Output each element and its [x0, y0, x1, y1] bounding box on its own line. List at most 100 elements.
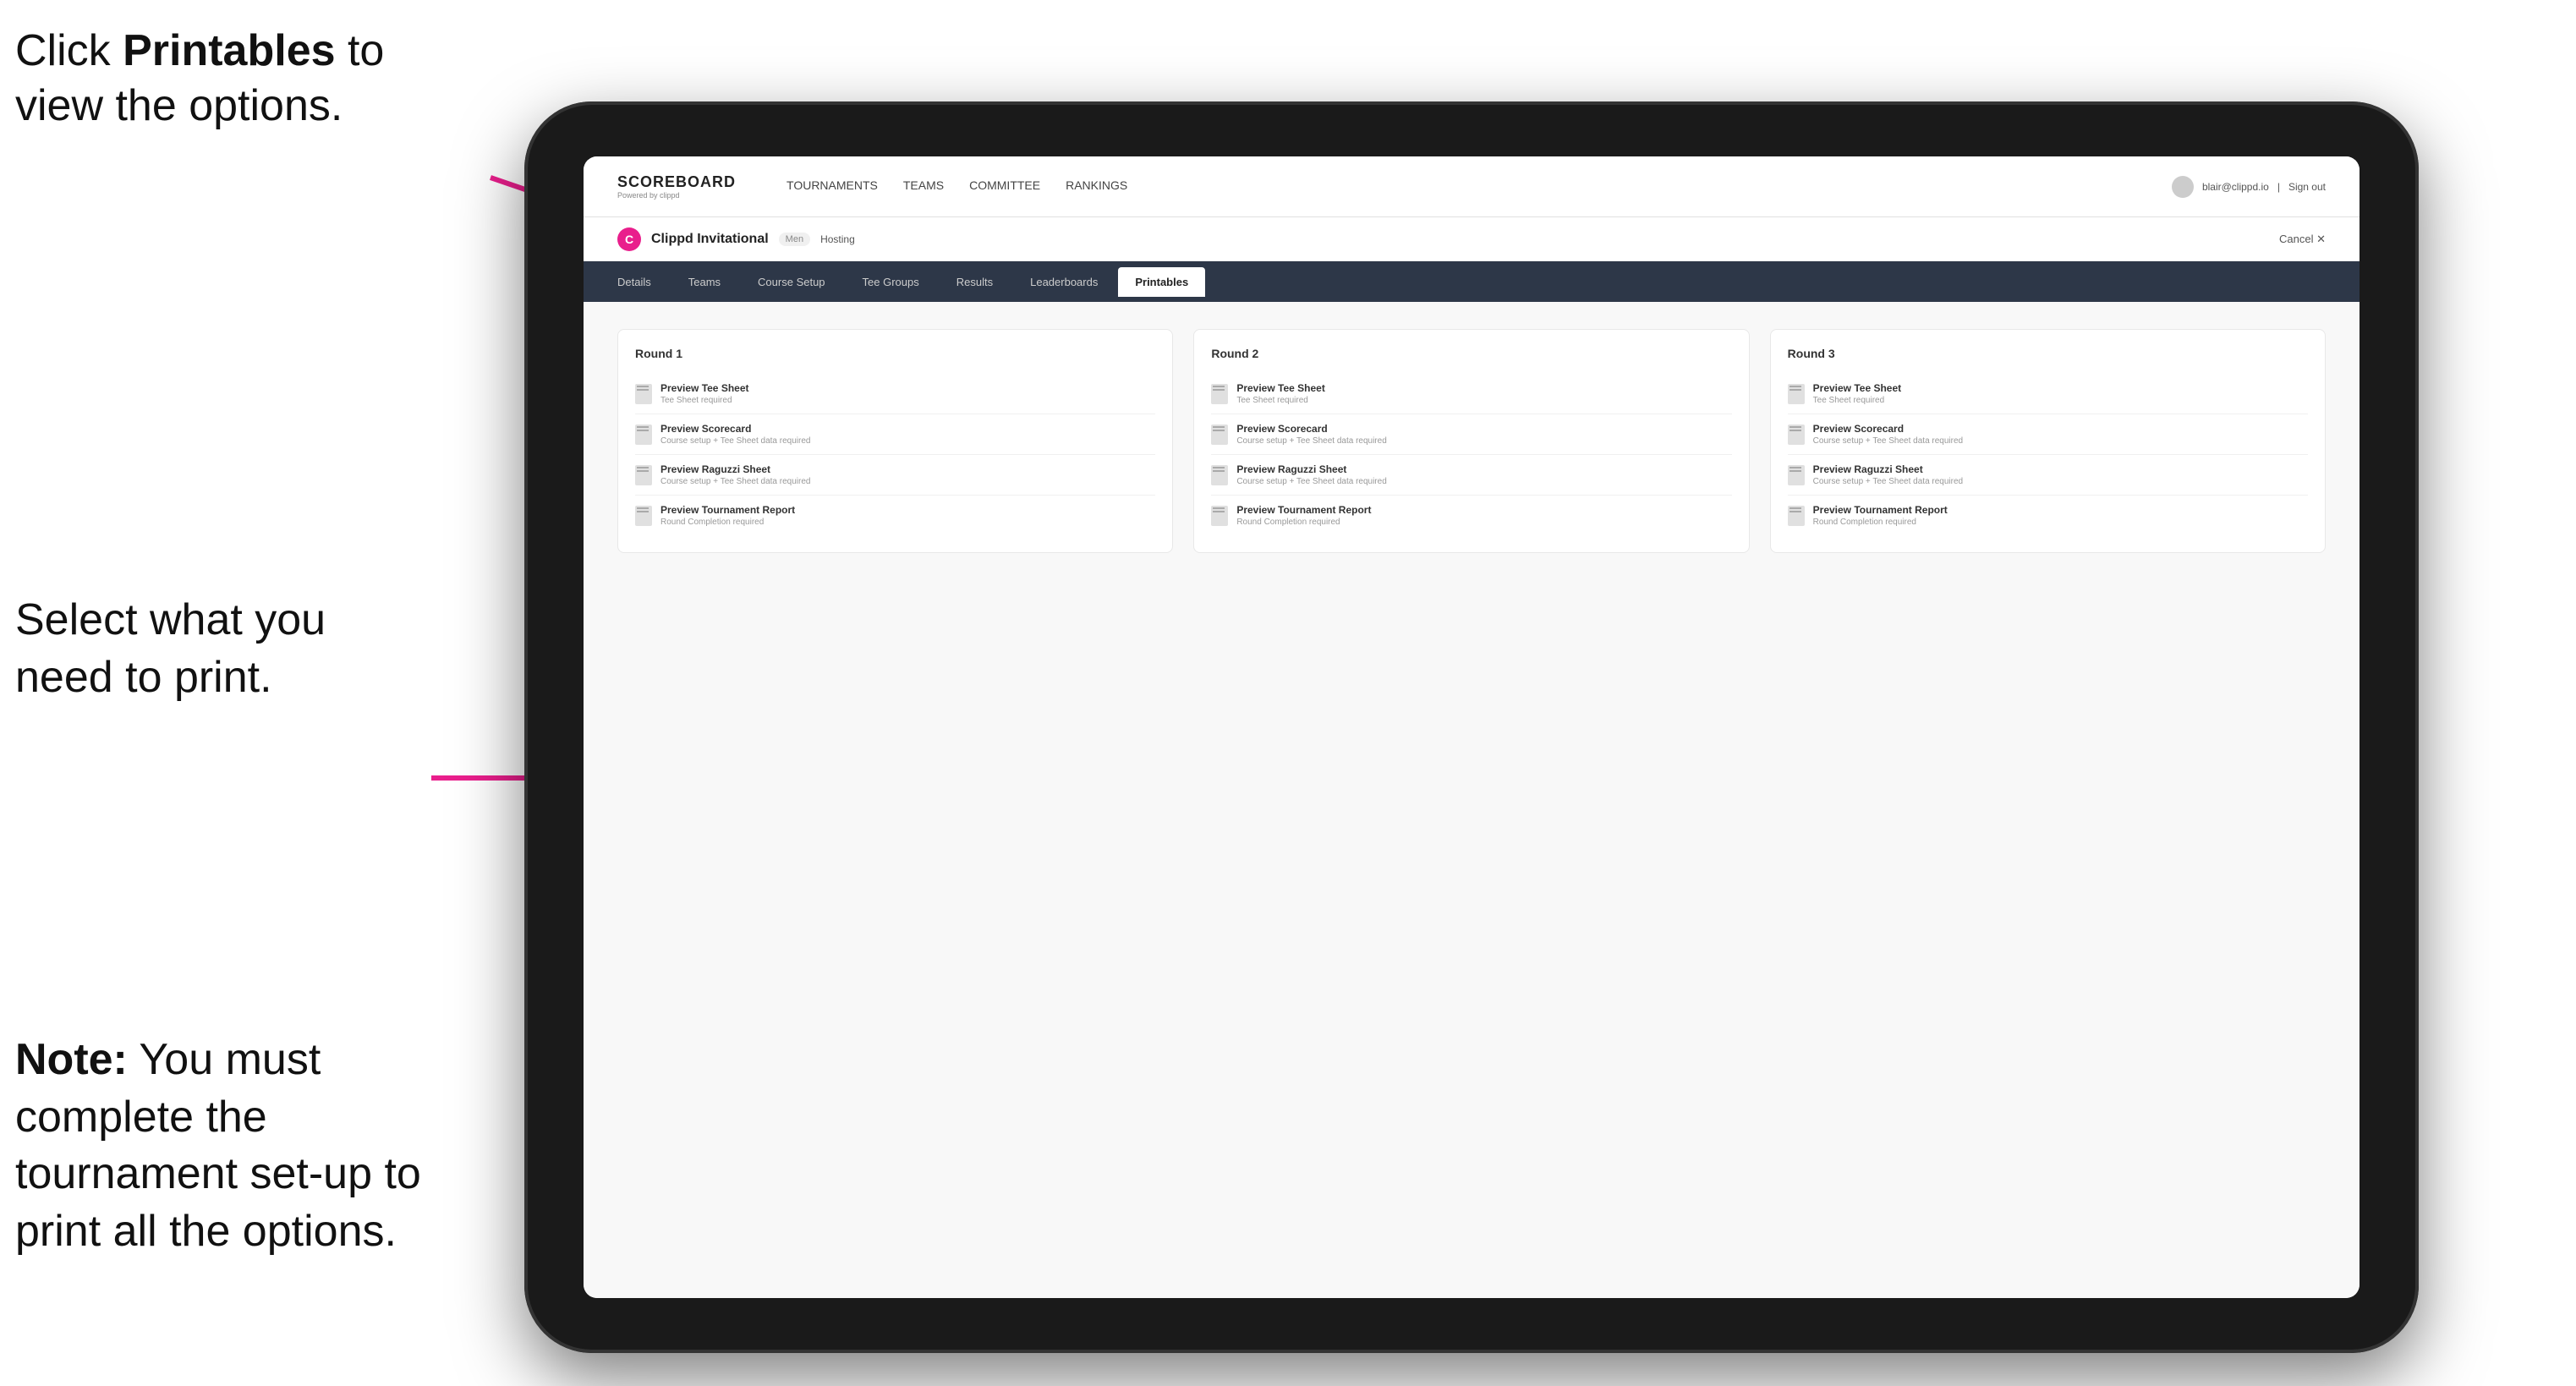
annotation-bottom: Note: You must complete the tournament s… [15, 1032, 455, 1260]
round2-tee-sheet[interactable]: Preview Tee Sheet Tee Sheet required [1211, 374, 1731, 414]
print-item-title: Preview Scorecard [1236, 423, 1386, 435]
tab-tee-groups[interactable]: Tee Groups [846, 267, 936, 297]
print-item-text: Preview Raguzzi Sheet Course setup + Tee… [1813, 463, 1963, 486]
print-item-title: Preview Tournament Report [1236, 504, 1371, 516]
print-item-title: Preview Tee Sheet [1236, 382, 1325, 394]
print-item-title: Preview Tee Sheet [1813, 382, 1902, 394]
print-item-sub: Tee Sheet required [660, 396, 749, 405]
print-item-sub: Course setup + Tee Sheet data required [660, 477, 810, 486]
annotation-middle: Select what you need to print. [15, 592, 421, 706]
user-email: blair@clippd.io [2202, 181, 2269, 193]
annotation-bottom-text: Note: You must complete the tournament s… [15, 1035, 421, 1256]
print-item-sub: Tee Sheet required [1236, 396, 1325, 405]
tab-teams[interactable]: Teams [671, 267, 737, 297]
round1-scorecard[interactable]: Preview Scorecard Course setup + Tee She… [635, 414, 1155, 455]
print-item-sub: Round Completion required [1236, 518, 1371, 527]
print-item-sub: Course setup + Tee Sheet data required [1236, 436, 1386, 446]
print-item-text: Preview Raguzzi Sheet Course setup + Tee… [1236, 463, 1386, 486]
round-2-title: Round 2 [1211, 347, 1731, 360]
doc-icon [1211, 465, 1228, 485]
tablet-screen: SCOREBOARD Powered by clippd TOURNAMENTS… [584, 156, 2360, 1298]
print-item-title: Preview Raguzzi Sheet [660, 463, 810, 475]
separator: | [2277, 181, 2280, 193]
print-item-sub: Round Completion required [660, 518, 795, 527]
print-item-sub: Course setup + Tee Sheet data required [1236, 477, 1386, 486]
logo-sub: Powered by clippd [617, 191, 736, 200]
logo-area: SCOREBOARD Powered by clippd [617, 173, 736, 200]
round-3-title: Round 3 [1788, 347, 2308, 360]
print-item-text: Preview Tournament Report Round Completi… [660, 504, 795, 527]
print-item-text: Preview Scorecard Course setup + Tee She… [1236, 423, 1386, 446]
nav-tournaments[interactable]: TOURNAMENTS [787, 178, 878, 195]
tab-results[interactable]: Results [940, 267, 1010, 297]
round1-tee-sheet[interactable]: Preview Tee Sheet Tee Sheet required [635, 374, 1155, 414]
avatar [2172, 176, 2194, 198]
brand-logo: C [617, 227, 641, 251]
print-item-text: Preview Tournament Report Round Completi… [1813, 504, 1948, 527]
sign-out-link[interactable]: Sign out [2288, 181, 2326, 193]
print-item-text: Preview Tee Sheet Tee Sheet required [660, 382, 749, 405]
nav-links: TOURNAMENTS TEAMS COMMITTEE RANKINGS [787, 178, 2138, 195]
print-item-title: Preview Raguzzi Sheet [1813, 463, 1963, 475]
main-content: Round 1 Preview Tee Sheet Tee Sheet requ… [584, 302, 2360, 1298]
print-item-title: Preview Tournament Report [1813, 504, 1948, 516]
nav-rankings[interactable]: RANKINGS [1066, 178, 1127, 195]
round-2-section: Round 2 Preview Tee Sheet Tee Sheet requ… [1193, 329, 1749, 553]
round3-scorecard[interactable]: Preview Scorecard Course setup + Tee She… [1788, 414, 2308, 455]
round2-scorecard[interactable]: Preview Scorecard Course setup + Tee She… [1211, 414, 1731, 455]
annotation-middle-text: Select what you need to print. [15, 595, 326, 702]
print-item-sub: Course setup + Tee Sheet data required [660, 436, 810, 446]
annotation-top-text: Click Printables to view the options. [15, 26, 384, 130]
doc-icon [1211, 384, 1228, 404]
round3-tournament-report[interactable]: Preview Tournament Report Round Completi… [1788, 496, 2308, 535]
nav-right: blair@clippd.io | Sign out [2172, 176, 2326, 198]
tab-details[interactable]: Details [600, 267, 668, 297]
doc-icon [635, 425, 652, 445]
print-item-text: Preview Tournament Report Round Completi… [1236, 504, 1371, 527]
round-1-section: Round 1 Preview Tee Sheet Tee Sheet requ… [617, 329, 1173, 553]
doc-icon [1211, 425, 1228, 445]
round3-raguzzi[interactable]: Preview Raguzzi Sheet Course setup + Tee… [1788, 455, 2308, 496]
logo-text: SCOREBOARD [617, 173, 736, 191]
print-item-title: Preview Scorecard [660, 423, 810, 435]
top-nav: SCOREBOARD Powered by clippd TOURNAMENTS… [584, 156, 2360, 217]
print-item-text: Preview Scorecard Course setup + Tee She… [660, 423, 810, 446]
print-item-title: Preview Raguzzi Sheet [1236, 463, 1386, 475]
doc-icon [1788, 506, 1805, 526]
doc-icon [1211, 506, 1228, 526]
rounds-grid: Round 1 Preview Tee Sheet Tee Sheet requ… [617, 329, 2326, 553]
print-item-sub: Course setup + Tee Sheet data required [1813, 477, 1963, 486]
print-item-text: Preview Scorecard Course setup + Tee She… [1813, 423, 1963, 446]
sub-header: C Clippd Invitational Men Hosting Cancel… [584, 217, 2360, 261]
tournament-name: Clippd Invitational [651, 232, 769, 247]
tab-course-setup[interactable]: Course Setup [741, 267, 842, 297]
print-item-title: Preview Tournament Report [660, 504, 795, 516]
tab-printables[interactable]: Printables [1118, 267, 1205, 297]
nav-committee[interactable]: COMMITTEE [969, 178, 1040, 195]
tournament-title-row: C Clippd Invitational Men Hosting [617, 227, 855, 251]
round2-tournament-report[interactable]: Preview Tournament Report Round Completi… [1211, 496, 1731, 535]
tab-bar: Details Teams Course Setup Tee Groups Re… [584, 261, 2360, 302]
round1-tournament-report[interactable]: Preview Tournament Report Round Completi… [635, 496, 1155, 535]
round-3-section: Round 3 Preview Tee Sheet Tee Sheet requ… [1770, 329, 2326, 553]
round-1-title: Round 1 [635, 347, 1155, 360]
tab-leaderboards[interactable]: Leaderboards [1013, 267, 1115, 297]
doc-icon [635, 384, 652, 404]
print-item-text: Preview Raguzzi Sheet Course setup + Tee… [660, 463, 810, 486]
doc-icon [1788, 425, 1805, 445]
hosting-badge: Hosting [820, 233, 855, 245]
tablet-device: SCOREBOARD Powered by clippd TOURNAMENTS… [524, 101, 2419, 1353]
nav-teams[interactable]: TEAMS [903, 178, 944, 195]
print-item-text: Preview Tee Sheet Tee Sheet required [1813, 382, 1902, 405]
print-item-text: Preview Tee Sheet Tee Sheet required [1236, 382, 1325, 405]
round3-tee-sheet[interactable]: Preview Tee Sheet Tee Sheet required [1788, 374, 2308, 414]
doc-icon [635, 506, 652, 526]
print-item-sub: Tee Sheet required [1813, 396, 1902, 405]
print-item-title: Preview Scorecard [1813, 423, 1963, 435]
round2-raguzzi[interactable]: Preview Raguzzi Sheet Course setup + Tee… [1211, 455, 1731, 496]
doc-icon [635, 465, 652, 485]
cancel-button[interactable]: Cancel ✕ [2279, 233, 2326, 246]
doc-icon [1788, 465, 1805, 485]
round1-raguzzi[interactable]: Preview Raguzzi Sheet Course setup + Tee… [635, 455, 1155, 496]
print-item-title: Preview Tee Sheet [660, 382, 749, 394]
